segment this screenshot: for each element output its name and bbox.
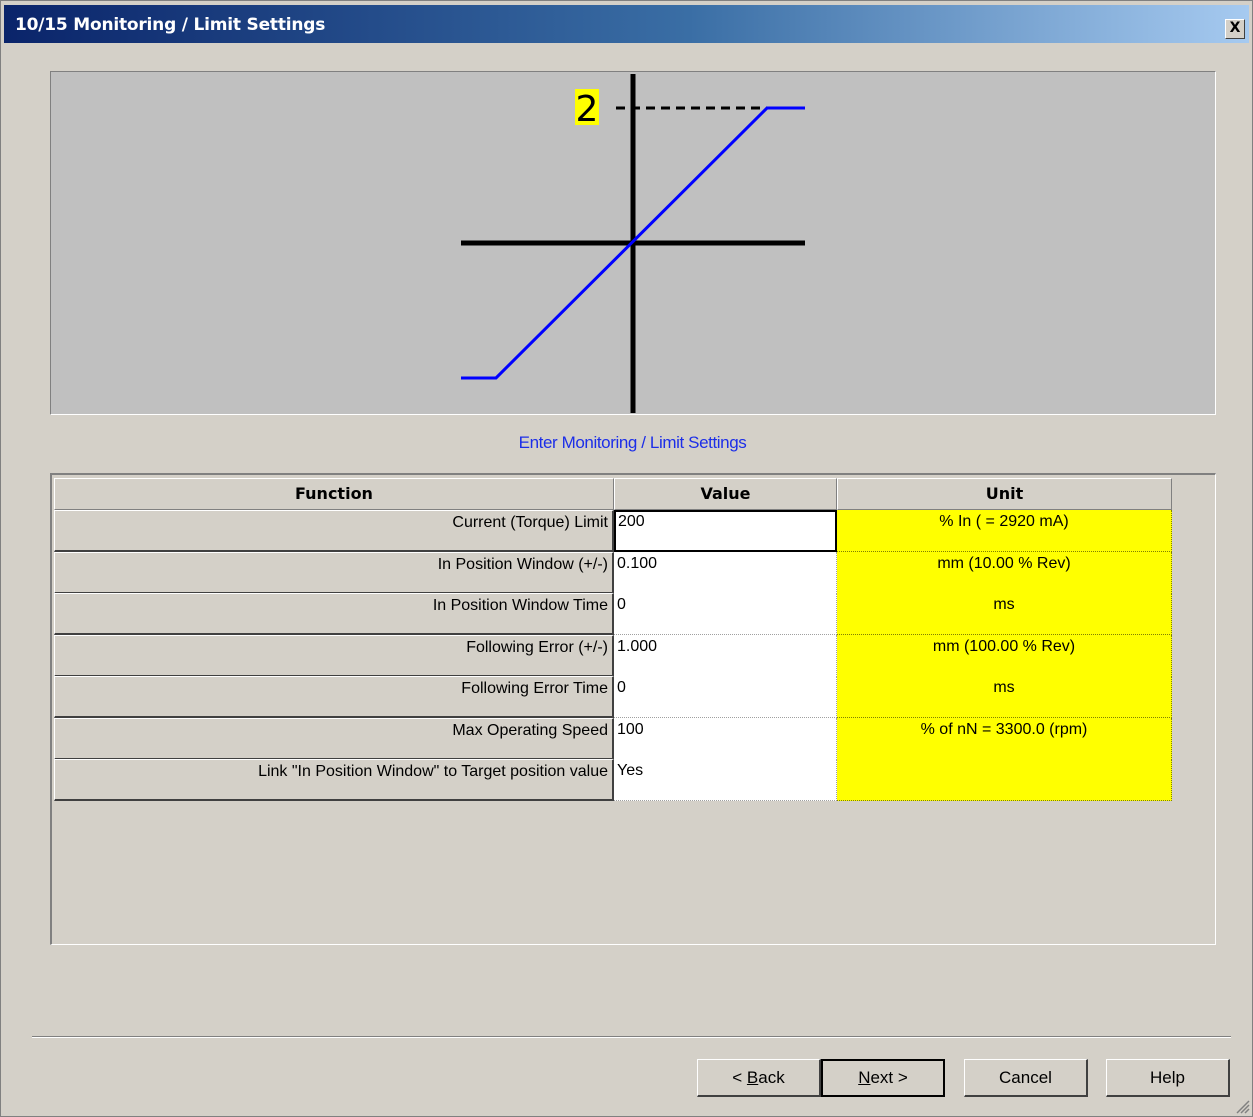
row-unit-label: mm (100.00 % Rev) <box>837 634 1172 677</box>
column-header-unit[interactable]: Unit <box>837 478 1172 510</box>
settings-grid-frame: Function Value Unit Current (Torque) Lim… <box>50 473 1216 945</box>
row-unit-label: mm (10.00 % Rev) <box>837 551 1172 594</box>
table-row: Following Error Time 0 ms <box>54 676 1172 718</box>
diagram-limit-label: 2 <box>576 89 599 130</box>
row-function-label: Following Error (+/-) <box>54 634 614 677</box>
column-header-value[interactable]: Value <box>614 478 837 510</box>
close-icon[interactable]: X <box>1225 19 1245 39</box>
back-button-mnemonic: B <box>746 1068 759 1087</box>
table-row: In Position Window Time 0 ms <box>54 593 1172 635</box>
row-value-field[interactable]: 0.100 <box>614 551 837 594</box>
row-value-field[interactable]: Yes <box>614 759 837 801</box>
back-button-label: ack <box>758 1068 785 1087</box>
row-value-field[interactable]: 0 <box>614 593 837 635</box>
row-function-label: Current (Torque) Limit <box>54 510 614 552</box>
resize-grip-icon[interactable] <box>1234 1098 1250 1114</box>
table-row: In Position Window (+/-) 0.100 mm (10.00 %… <box>54 551 1172 594</box>
table-row: Max Operating Speed 100% of nN = 3300.0 (… <box>54 717 1172 760</box>
row-value-field[interactable]: 1.000 <box>614 634 837 677</box>
table-row: Link "In Position Window" to Target posi… <box>54 759 1172 801</box>
row-value-field[interactable]: 200 <box>614 510 837 552</box>
dialog-window: 10/15 Monitoring / Limit Settings X 2 En… <box>0 0 1253 1117</box>
row-value-field[interactable]: 100 <box>614 717 837 760</box>
row-unit-label: % In ( = 2920 mA) <box>837 510 1172 552</box>
next-button[interactable]: Next > <box>821 1059 945 1097</box>
table-row: Current (Torque) Limit 200% In ( = 2920 m… <box>54 510 1172 552</box>
title-bar[interactable]: 10/15 Monitoring / Limit Settings X <box>4 5 1249 43</box>
cancel-button[interactable]: Cancel <box>964 1059 1088 1097</box>
back-button[interactable]: < Back <box>697 1059 821 1097</box>
table-row: Following Error (+/-) 1.000 mm (100.00 % R… <box>54 634 1172 677</box>
row-function-label: Following Error Time <box>54 676 614 718</box>
instruction-text: Enter Monitoring / Limit Settings <box>518 433 747 452</box>
row-function-label: Link "In Position Window" to Target posi… <box>54 759 614 801</box>
limit-diagram: 2 <box>461 74 805 413</box>
limit-diagram-panel: 2 <box>50 71 1216 415</box>
row-unit-label: ms <box>837 593 1172 635</box>
window-title: 10/15 Monitoring / Limit Settings <box>15 15 326 35</box>
row-function-label: In Position Window Time <box>54 593 614 635</box>
row-unit-label <box>837 759 1172 801</box>
help-button[interactable]: Help <box>1106 1059 1230 1097</box>
column-header-function[interactable]: Function <box>54 478 614 510</box>
row-function-label: Max Operating Speed <box>54 717 614 760</box>
next-button-label: ext > <box>870 1068 908 1087</box>
back-button-prefix: < <box>732 1068 747 1087</box>
next-button-mnemonic: N <box>858 1068 871 1087</box>
row-function-label: In Position Window (+/-) <box>54 551 614 594</box>
button-separator <box>32 1036 1231 1038</box>
row-unit-label: ms <box>837 676 1172 718</box>
row-value-field[interactable]: 0 <box>614 676 837 718</box>
row-unit-label: % of nN = 3300.0 (rpm) <box>837 717 1172 760</box>
